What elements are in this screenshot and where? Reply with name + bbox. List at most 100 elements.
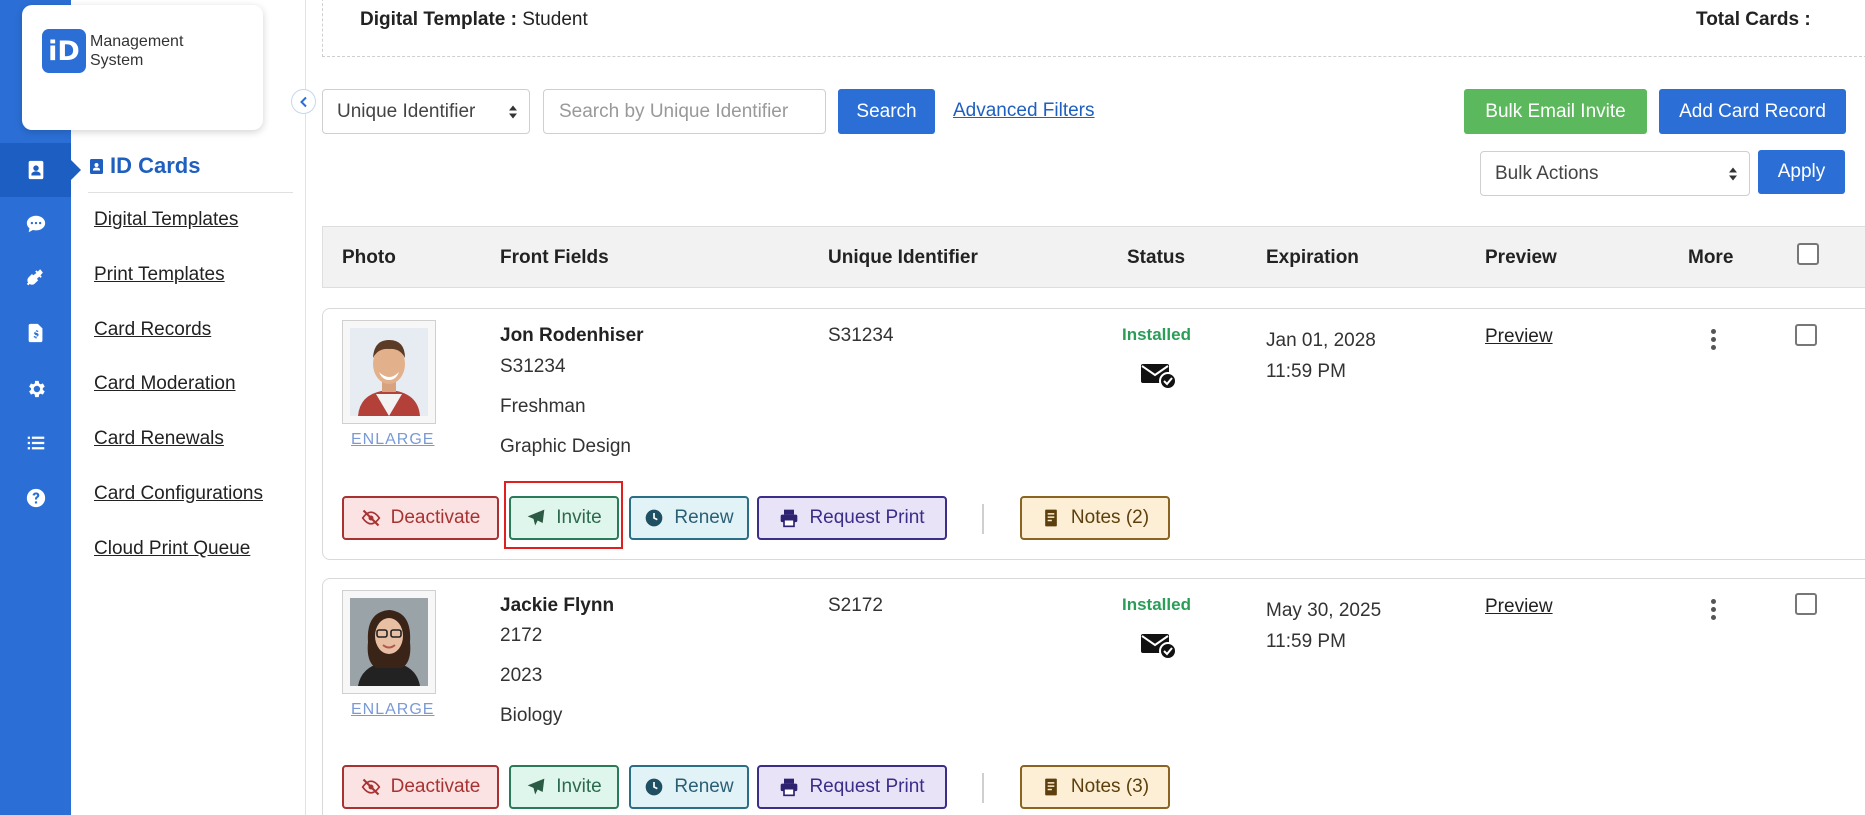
table-row: ENLARGE Jackie Flynn 2172 2023 Biology S… <box>322 578 1865 815</box>
bulk-actions-select[interactable]: Bulk Actions <box>1480 151 1750 196</box>
column-expiration: Expiration <box>1266 247 1359 268</box>
table-row: ENLARGE Jon Rodenhiser S31234 Freshman G… <box>322 308 1865 560</box>
notes-button[interactable]: Notes (2) <box>1020 496 1170 540</box>
student-photo <box>342 590 436 694</box>
deactivate-button[interactable]: Deactivate <box>342 496 499 540</box>
rail-id-cards[interactable] <box>0 143 81 197</box>
eye-slash-icon <box>361 778 380 796</box>
notebook-icon <box>1045 509 1057 527</box>
id-card-icon <box>28 160 43 180</box>
plug-icon <box>26 269 43 286</box>
person-photo-icon <box>350 328 428 416</box>
record-name: Jackie Flynn <box>500 595 615 616</box>
record-expiration: May 30, 2025 11:59 PM <box>1266 600 1382 652</box>
logo-icon: iD <box>42 29 86 73</box>
request-print-button[interactable]: Request Print <box>757 496 947 540</box>
renew-button[interactable]: Renew <box>629 496 749 540</box>
action-separator <box>982 504 984 534</box>
logo-card[interactable]: iD Management System <box>22 5 263 130</box>
rail-lists[interactable] <box>0 416 71 470</box>
record-field: Graphic Design <box>500 436 631 457</box>
email-sent-icon <box>1141 634 1177 660</box>
column-unique-identifier: Unique Identifier <box>828 247 978 268</box>
clock-icon <box>646 509 663 527</box>
add-card-record-button[interactable]: Add Card Record <box>1659 89 1846 134</box>
sidebar-item-card-moderation[interactable]: Card Moderation <box>94 373 236 395</box>
rail-integrations[interactable] <box>0 251 71 305</box>
table-header: Photo Front Fields Unique Identifier Sta… <box>322 226 1865 288</box>
enlarge-photo-link[interactable]: ENLARGE <box>351 701 434 719</box>
sidebar-rule <box>88 192 293 193</box>
sidebar-item-card-configurations[interactable]: Card Configurations <box>94 483 263 505</box>
notebook-icon <box>1045 778 1057 796</box>
apply-button[interactable]: Apply <box>1758 150 1845 194</box>
list-icon <box>27 436 44 450</box>
identifier-select[interactable]: Unique Identifier <box>322 89 530 134</box>
gear-icon <box>28 380 45 398</box>
action-separator <box>982 773 984 803</box>
renew-button[interactable]: Renew <box>629 765 749 809</box>
chat-icon <box>26 215 45 233</box>
sort-caret-icon <box>509 105 517 118</box>
advanced-filters-link[interactable]: Advanced Filters <box>953 100 1095 122</box>
help-icon <box>26 488 45 508</box>
email-sent-icon <box>1141 364 1177 390</box>
sidebar-item-card-records[interactable]: Card Records <box>94 319 211 341</box>
deactivate-button[interactable]: Deactivate <box>342 765 499 809</box>
rail-help[interactable] <box>0 471 71 525</box>
sidebar-item-card-renewals[interactable]: Card Renewals <box>94 428 224 450</box>
notes-button[interactable]: Notes (3) <box>1020 765 1170 809</box>
status-badge: Installed <box>1122 595 1191 614</box>
column-photo: Photo <box>342 247 396 268</box>
sidebar-divider <box>305 0 306 815</box>
record-field: 2172 <box>500 625 543 646</box>
record-field: 2023 <box>500 665 543 686</box>
id-badge-icon <box>90 158 103 174</box>
sidebar-section-title: ID Cards <box>90 153 200 179</box>
column-more: More <box>1688 247 1734 268</box>
record-field: Freshman <box>500 396 586 417</box>
chevron-left-icon <box>299 96 307 107</box>
request-print-button[interactable]: Request Print <box>757 765 947 809</box>
search-input[interactable]: Search by Unique Identifier <box>543 89 826 134</box>
column-preview: Preview <box>1485 247 1557 268</box>
clock-icon <box>646 778 663 796</box>
rail-settings[interactable] <box>0 362 71 416</box>
select-all-checkbox[interactable] <box>1797 243 1819 265</box>
record-name: Jon Rodenhiser <box>500 325 644 346</box>
record-unique-id: S2172 <box>828 595 883 616</box>
preview-link[interactable]: Preview <box>1485 596 1553 618</box>
sidebar-item-print-templates[interactable]: Print Templates <box>94 264 225 286</box>
more-menu-icon[interactable] <box>1703 596 1723 622</box>
paper-plane-icon <box>527 509 545 526</box>
template-label: Digital Template : Student <box>360 9 588 30</box>
sidebar-collapse-button[interactable] <box>291 89 316 114</box>
column-status: Status <box>1127 247 1186 268</box>
eye-slash-icon <box>361 509 380 527</box>
more-menu-icon[interactable] <box>1703 326 1723 352</box>
row-select-checkbox[interactable] <box>1795 593 1817 615</box>
total-cards-label: Total Cards : <box>1696 9 1811 30</box>
bulk-email-invite-button[interactable]: Bulk Email Invite <box>1464 89 1647 134</box>
template-bar: Digital Template : Student Total Cards : <box>322 0 1865 57</box>
record-field: Biology <box>500 705 563 726</box>
record-unique-id: S31234 <box>828 325 894 346</box>
printer-icon <box>781 778 798 797</box>
invite-button[interactable]: Invite <box>509 496 619 540</box>
search-button[interactable]: Search <box>838 89 935 134</box>
student-photo <box>342 320 436 424</box>
invoice-icon <box>28 323 42 343</box>
invite-button[interactable]: Invite <box>509 765 619 809</box>
enlarge-photo-link[interactable]: ENLARGE <box>351 431 434 449</box>
template-value: Student <box>522 9 588 30</box>
sort-caret-icon <box>1729 167 1737 180</box>
column-front-fields: Front Fields <box>500 247 609 268</box>
record-expiration: Jan 01, 2028 11:59 PM <box>1266 330 1376 382</box>
row-select-checkbox[interactable] <box>1795 324 1817 346</box>
rail-billing[interactable] <box>0 306 71 360</box>
sidebar-item-cloud-print-queue[interactable]: Cloud Print Queue <box>94 538 250 560</box>
sidebar-item-digital-templates[interactable]: Digital Templates <box>94 209 238 231</box>
preview-link[interactable]: Preview <box>1485 326 1553 348</box>
person-photo-icon <box>350 598 428 686</box>
rail-messages[interactable] <box>0 197 71 251</box>
